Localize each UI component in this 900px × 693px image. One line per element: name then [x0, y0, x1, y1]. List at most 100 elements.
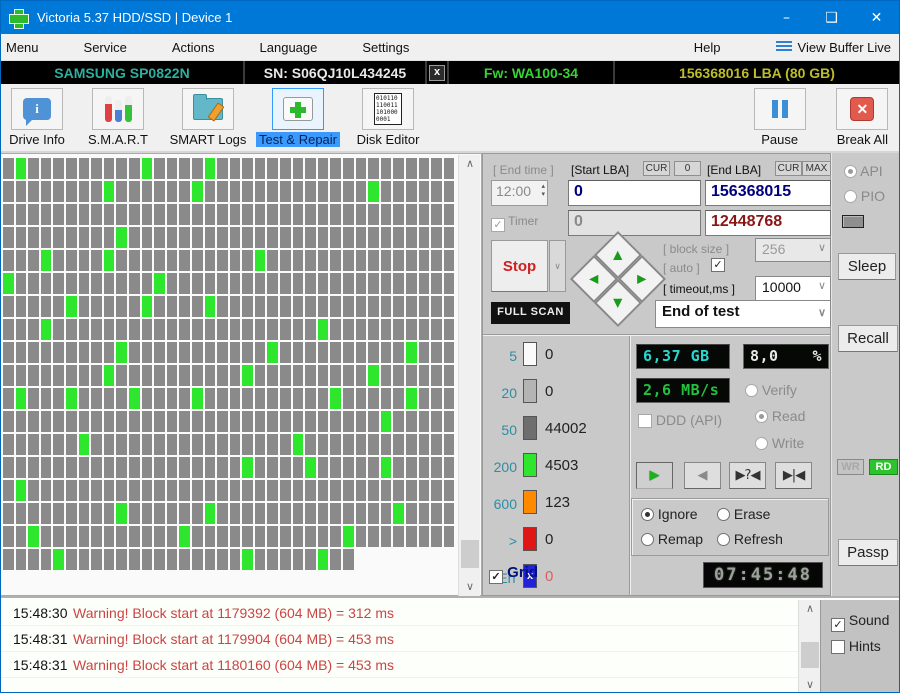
- block-cell: [142, 158, 153, 179]
- start-test-button[interactable]: ▶: [636, 462, 673, 489]
- stat-block-icon: [523, 453, 537, 477]
- block-cell: [368, 319, 379, 340]
- block-cell: [91, 526, 102, 547]
- recall-button[interactable]: Recall: [838, 325, 898, 352]
- sound-checkbox[interactable]: ✓: [831, 618, 845, 632]
- spinner-arrows-icon[interactable]: ▴▾: [541, 183, 545, 199]
- end-time-spinner[interactable]: 12:00 ▴▾: [491, 180, 548, 206]
- block-cell: [393, 457, 404, 478]
- drive-info-button[interactable]: iDrive Info: [1, 88, 73, 147]
- timer-checkbox[interactable]: ✓: [491, 218, 505, 232]
- menu-item-settings[interactable]: Settings: [362, 36, 409, 59]
- ignore-radio[interactable]: [641, 508, 654, 521]
- ddd-api-checkbox[interactable]: [638, 414, 652, 428]
- block-size-select[interactable]: 256∨: [755, 238, 831, 262]
- block-cell: [343, 457, 354, 478]
- back-button[interactable]: ◀: [684, 462, 721, 489]
- maximize-icon[interactable]: ❑: [809, 1, 854, 34]
- end-lba-max-button[interactable]: MAX: [802, 161, 831, 176]
- log-pane: 15:48:30Warning! Block start at 1179392 …: [1, 596, 899, 693]
- start-lba-input[interactable]: 0: [568, 180, 701, 206]
- remap-radio[interactable]: [641, 533, 654, 546]
- smart-logs-button[interactable]: SMART Logs: [163, 88, 253, 147]
- sleep-button[interactable]: Sleep: [838, 253, 896, 280]
- scan-scrollbar[interactable]: ∧ ∨: [458, 155, 480, 596]
- block-cell: [393, 158, 404, 179]
- scan-scrollbar-thumb[interactable]: [461, 540, 479, 568]
- scroll-up-icon[interactable]: ∧: [799, 600, 821, 618]
- block-cell: [330, 158, 341, 179]
- menu-item-actions[interactable]: Actions: [172, 36, 215, 59]
- auto-checkbox[interactable]: ✓: [711, 258, 725, 272]
- block-cell: [293, 549, 304, 570]
- block-cell: [192, 526, 203, 547]
- start-lba-zero-button[interactable]: 0: [674, 161, 701, 176]
- menu-item-service[interactable]: Service: [84, 36, 127, 59]
- block-cell: [104, 480, 115, 501]
- minimize-icon[interactable]: –: [764, 1, 809, 34]
- end-of-test-select[interactable]: End of test∨: [655, 300, 831, 328]
- pio-radio[interactable]: [844, 190, 857, 203]
- pio-option[interactable]: PIO: [844, 188, 885, 204]
- api-option[interactable]: API: [844, 163, 883, 179]
- step-button[interactable]: ▶|◀: [775, 462, 812, 489]
- mode-option-read[interactable]: Read: [755, 408, 805, 424]
- api-radio[interactable]: [844, 165, 857, 178]
- break-all-button[interactable]: ✕ Break All: [834, 88, 891, 147]
- menu-item-menu[interactable]: Menu: [6, 36, 39, 59]
- block-cell: [330, 296, 341, 317]
- timeout-select[interactable]: 10000∨: [755, 276, 831, 302]
- scroll-down-icon[interactable]: ∨: [459, 578, 481, 596]
- start-lba-cur-button[interactable]: CUR: [643, 161, 670, 176]
- stop-dropdown-icon[interactable]: ∨: [549, 240, 566, 292]
- write-radio[interactable]: [755, 437, 768, 450]
- log-message: Warning! Block start at 1180160 (604 MB)…: [73, 657, 394, 673]
- log-scrollbar[interactable]: ∧ ∨: [798, 600, 820, 693]
- menu-item-language[interactable]: Language: [260, 36, 318, 59]
- sound-option[interactable]: ✓ Sound: [831, 612, 889, 632]
- read-radio[interactable]: [755, 410, 768, 423]
- erase-radio[interactable]: [717, 508, 730, 521]
- block-cell: [66, 434, 77, 455]
- block-cell: [192, 158, 203, 179]
- scroll-down-icon[interactable]: ∨: [799, 676, 821, 693]
- action-option-refresh[interactable]: Refresh: [717, 531, 783, 547]
- block-cell: [356, 250, 367, 271]
- view-buffer-live-button[interactable]: View Buffer Live: [776, 40, 891, 55]
- block-cell: [28, 319, 39, 340]
- serial-close-button[interactable]: x: [429, 65, 445, 81]
- block-cell: [381, 388, 392, 409]
- close-icon[interactable]: ✕: [854, 1, 899, 34]
- block-cell: [79, 181, 90, 202]
- start-lba-secondary-input[interactable]: 0: [568, 210, 701, 236]
- verify-radio[interactable]: [745, 384, 758, 397]
- mode-option-write[interactable]: Write: [755, 435, 804, 451]
- refresh-radio[interactable]: [717, 533, 730, 546]
- s-m-a-r-t-button[interactable]: S.M.A.R.T: [73, 88, 163, 147]
- test-repair-button[interactable]: Test & Repair: [253, 88, 343, 147]
- grid-checkbox[interactable]: ✓: [489, 570, 503, 584]
- seek-test-button[interactable]: ▶?◀: [729, 462, 766, 489]
- grid-option[interactable]: ✓ Grid: [489, 564, 538, 584]
- pause-button[interactable]: Pause: [754, 88, 806, 147]
- full-scan-button[interactable]: FULL SCAN: [491, 302, 570, 324]
- hints-option[interactable]: Hints: [831, 638, 881, 654]
- ddd-api-option[interactable]: DDD (API): [638, 412, 722, 428]
- scroll-up-icon[interactable]: ∧: [459, 155, 481, 173]
- block-cell: [104, 457, 115, 478]
- action-option-remap[interactable]: Remap: [641, 531, 703, 547]
- stat-row-gt: >0: [483, 525, 629, 562]
- mode-option-verify[interactable]: Verify: [745, 382, 797, 398]
- end-lba-input[interactable]: 156368015: [705, 180, 831, 206]
- hints-checkbox[interactable]: [831, 640, 845, 654]
- timer-option[interactable]: ✓ Timer: [491, 214, 538, 232]
- menu-item-help[interactable]: Help: [694, 36, 721, 59]
- disk-editor-button[interactable]: 010110 110011 101000 0001Disk Editor: [343, 88, 433, 147]
- passp-button[interactable]: Passp: [838, 539, 898, 566]
- log-scrollbar-thumb[interactable]: [801, 642, 819, 668]
- end-lba-cur-button[interactable]: CUR: [775, 161, 802, 176]
- stop-button[interactable]: Stop: [491, 240, 548, 292]
- action-option-ignore[interactable]: Ignore: [641, 506, 698, 522]
- action-option-erase[interactable]: Erase: [717, 506, 770, 522]
- block-cell: [444, 388, 455, 409]
